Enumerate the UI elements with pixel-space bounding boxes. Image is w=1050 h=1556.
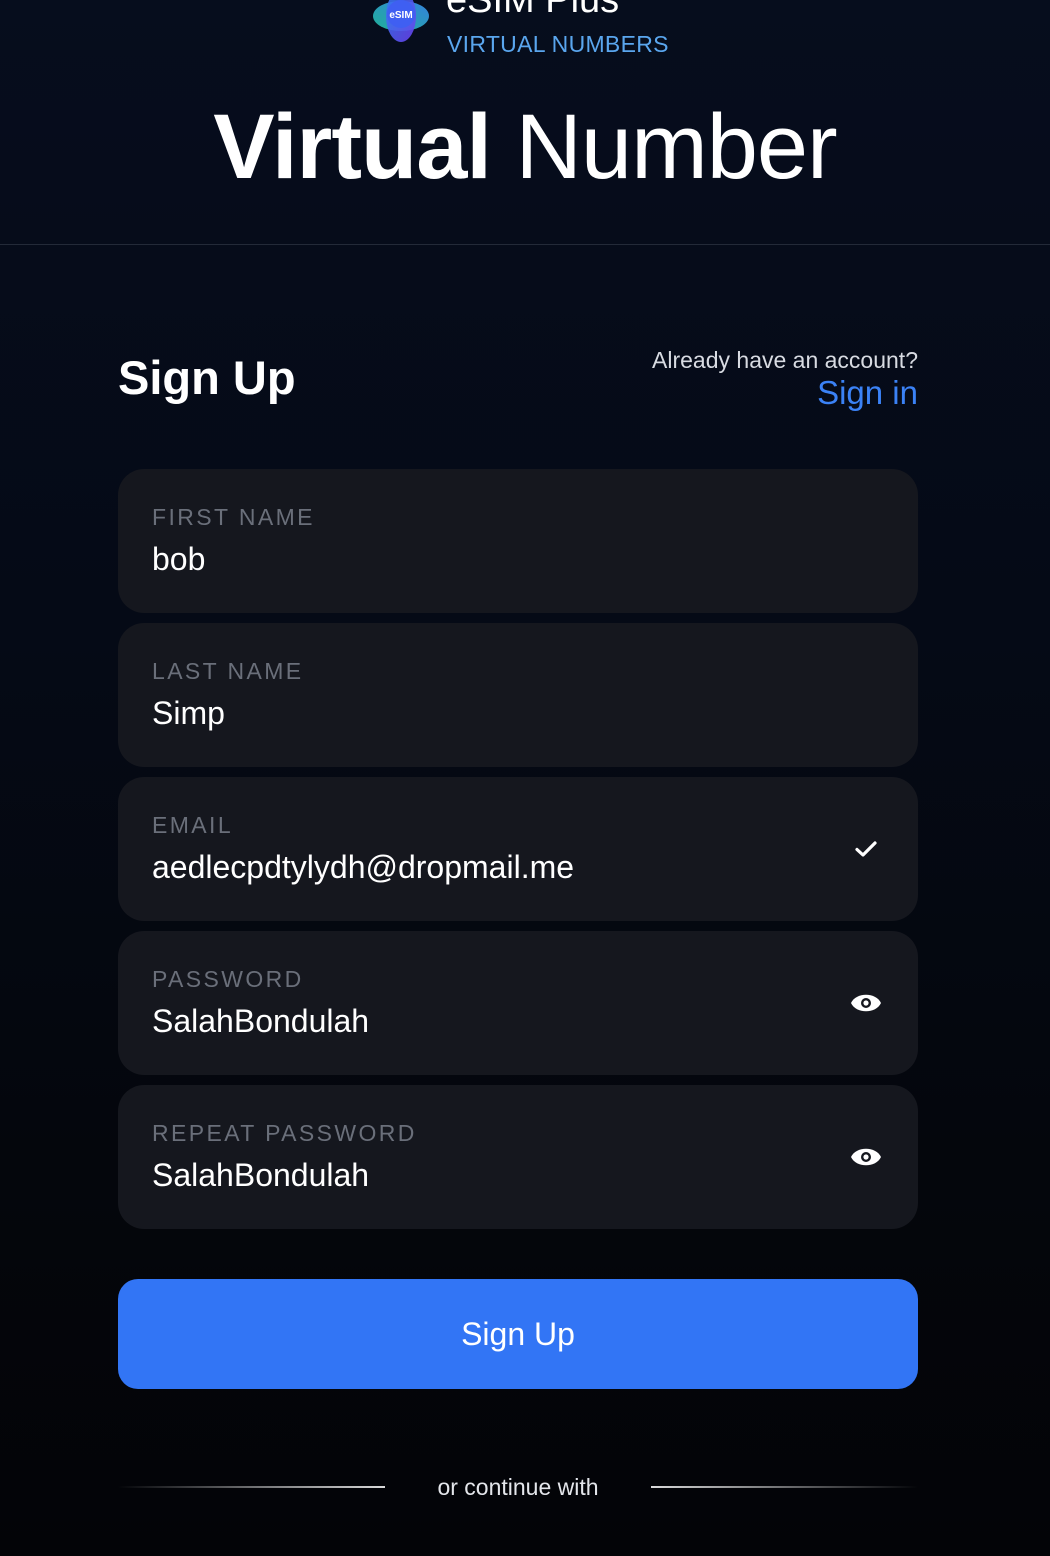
password-input[interactable] (152, 1001, 832, 1041)
first-name-label: FIRST NAME (152, 504, 315, 530)
last-name-label: LAST NAME (152, 658, 304, 684)
page-header: eSIM eSIM Plus VIRTUAL NUMBERS Virtual N… (0, 0, 1050, 245)
title-bold: Virtual (213, 96, 492, 198)
password-label: PASSWORD (152, 966, 304, 992)
logo-text: eSIM (389, 10, 412, 21)
page-title: Virtual Number (0, 92, 1050, 202)
eye-icon[interactable] (848, 1139, 884, 1175)
email-field[interactable]: EMAIL (118, 777, 918, 921)
last-name-field[interactable]: LAST NAME (118, 623, 918, 767)
checkmark-icon (848, 831, 884, 867)
signup-button[interactable]: Sign Up (118, 1279, 918, 1389)
divider-left (118, 1486, 385, 1488)
title-light: Number (515, 96, 837, 198)
eye-icon[interactable] (848, 985, 884, 1021)
signup-heading: Sign Up (118, 351, 296, 404)
divider-right (651, 1486, 918, 1488)
email-label: EMAIL (152, 812, 234, 838)
email-input[interactable] (152, 847, 832, 887)
last-name-input[interactable] (152, 693, 832, 733)
brand-name: eSIM Plus (446, 0, 620, 21)
first-name-field[interactable]: FIRST NAME (118, 469, 918, 613)
first-name-input[interactable] (152, 539, 832, 579)
brand-subtitle: VIRTUAL NUMBERS (447, 31, 669, 57)
repeat-password-field[interactable]: REPEAT PASSWORD (118, 1085, 918, 1229)
signin-link[interactable]: Sign in (817, 374, 918, 412)
repeat-password-input[interactable] (152, 1155, 832, 1195)
password-field[interactable]: PASSWORD (118, 931, 918, 1075)
continue-with-text: or continue with (437, 1474, 599, 1500)
account-question: Already have an account? (652, 347, 918, 373)
esim-logo-icon: eSIM (373, 0, 429, 42)
repeat-password-label: REPEAT PASSWORD (152, 1120, 417, 1146)
